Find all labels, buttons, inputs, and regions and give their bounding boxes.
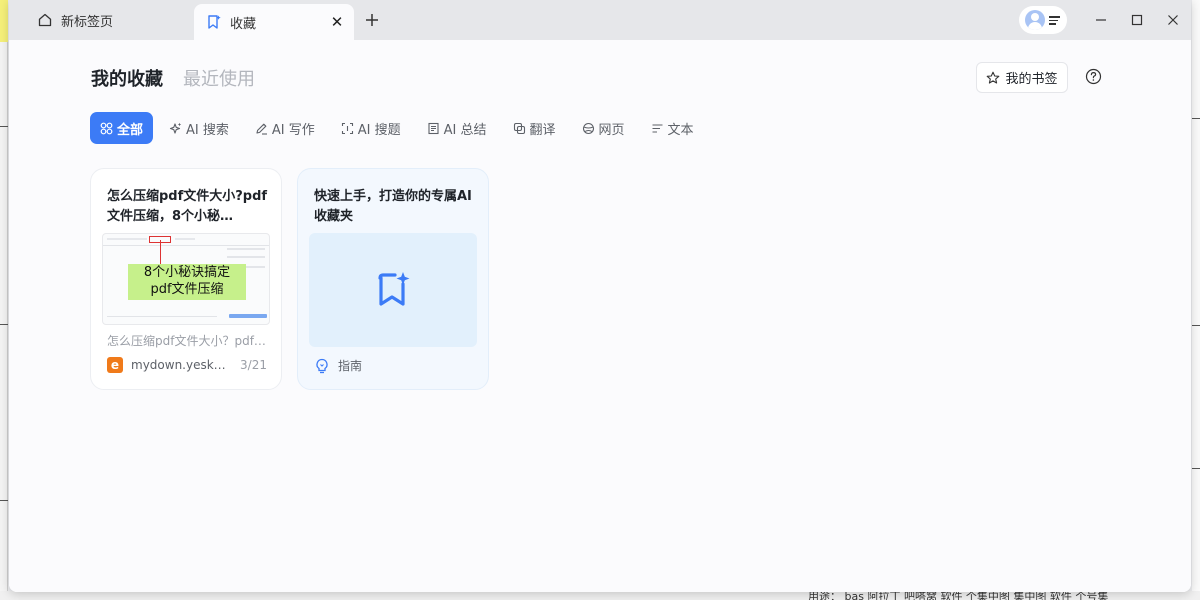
menu-icon [1049,15,1061,25]
filter-label: 全部 [117,122,144,138]
card-title: 快速上手，打造你的专属AI 收藏夹 [314,189,472,224]
my-bookmarks-button[interactable]: 我的书签 [976,62,1068,93]
my-bookmarks-label: 我的书签 [1005,72,1058,87]
card-title: 怎么压缩pdf文件大小?pdf文件压缩，8个小秘… [107,189,268,224]
lightbulb-icon [316,358,328,373]
avatar [1025,10,1045,30]
filter-webpage[interactable]: 网页 [572,112,635,144]
filter-translate[interactable]: 翻译 [503,112,566,144]
filter-label: 网页 [598,122,625,138]
ai-bookmark-icon [378,272,410,306]
bookmark-icon [206,14,222,30]
filter-label: AI 写作 [271,122,315,138]
tab-bar: 新标签页 收藏 ✕ [9,0,1191,40]
tab-my-favorites[interactable]: 我的收藏 [91,65,163,91]
help-icon[interactable] [1085,68,1102,85]
card-date: 3/21 [240,358,267,372]
new-tab-button[interactable] [354,0,390,40]
window-controls [1019,0,1191,40]
tab-label: 收藏 [230,16,257,32]
filter-all[interactable]: 全部 [90,112,154,144]
grid-icon [100,122,113,134]
filter-bar: 全部 AI 搜索 AI 写作 AI 搜题 AI 总结 翻译 网页 文本 [90,112,710,144]
tab-recently-used[interactable]: 最近使用 [183,65,255,91]
filter-ai-question[interactable]: AI 搜题 [331,112,411,144]
card-site: mydown.yesk… [131,358,226,372]
filter-label: 翻译 [529,122,556,138]
card-tag: 指南 [338,359,363,373]
translate-icon [513,122,525,134]
card-meta: 指南 [314,357,362,374]
close-icon [1168,15,1178,25]
guide-card[interactable]: 快速上手，打造你的专属AI 收藏夹 指南 [297,168,489,390]
desktop-right-strip [1192,0,1200,600]
close-icon[interactable]: ✕ [328,13,346,31]
tab-favorites[interactable]: 收藏 ✕ [194,4,354,40]
maximize-button[interactable] [1119,0,1155,40]
tab-new-tab[interactable]: 新标签页 [9,0,194,40]
filter-ai-search[interactable]: AI 搜索 [159,112,239,144]
favorite-card[interactable]: 怎么压缩pdf文件大小?pdf文件压缩，8个小秘… 8个小秘诀搞定 pdf文件压… [90,168,282,390]
card-description: 怎么压缩pdf文件大小？pdf… [107,334,266,348]
doc-icon [428,122,439,134]
scan-icon [341,122,353,134]
desktop-left-strip [0,0,8,600]
card-meta: e mydown.yesk… 3/21 [107,357,267,373]
minimize-icon [1096,19,1106,21]
filter-label: AI 搜题 [357,122,401,138]
filter-ai-writing[interactable]: AI 写作 [245,112,325,144]
close-window-button[interactable] [1155,0,1191,40]
star-icon [987,71,1000,84]
favorites-page: 我的收藏 最近使用 我的书签 全部 AI 搜索 AI 写作 AI 搜题 AI 总… [9,40,1191,592]
minimize-button[interactable] [1083,0,1119,40]
tab-label: 新标签页 [61,14,114,30]
profile-button[interactable] [1019,6,1067,34]
thumbnail-caption: 8个小秘诀搞定 pdf文件压缩 [128,264,246,300]
header-tabs: 我的收藏 最近使用 [91,65,255,91]
card-thumbnail: 8个小秘诀搞定 pdf文件压缩 [102,233,270,325]
filter-text[interactable]: 文本 [641,112,704,144]
text-icon [652,123,663,133]
filter-label: 文本 [667,122,694,138]
sparkle-icon [169,122,182,134]
desktop-bottom-strip: 用途： bas 阿拉丁 吧嗒窝 软件 个集中图 集中图 软件 个号集 [0,590,1200,600]
browser-window: 新标签页 收藏 ✕ 我的收藏 最近使用 我的书签 全部 AI 搜索 AI 写作 … [9,0,1191,592]
filter-label: AI 总结 [443,122,487,138]
plus-icon [366,14,378,26]
filter-ai-summary[interactable]: AI 总结 [417,112,497,144]
globe-icon [582,122,594,134]
maximize-icon [1131,14,1143,26]
guide-thumbnail [309,233,477,347]
site-favicon-icon: e [107,357,123,373]
home-icon [37,12,53,28]
filter-label: AI 搜索 [186,122,229,138]
pen-icon [256,123,267,135]
